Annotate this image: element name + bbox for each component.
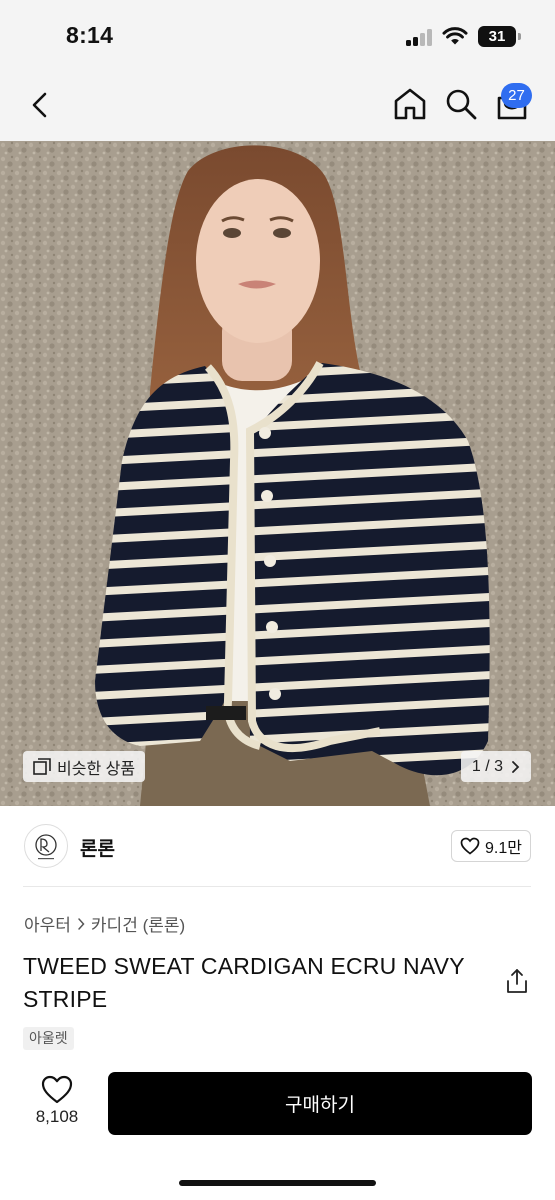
cart-count-badge: 27 xyxy=(501,83,532,108)
divider xyxy=(23,886,531,887)
search-icon[interactable] xyxy=(444,87,478,121)
image-counter[interactable]: 1 / 3 xyxy=(461,751,531,782)
buy-button[interactable]: 구매하기 xyxy=(108,1072,532,1135)
heart-icon xyxy=(460,837,480,855)
outlet-tag: 아울렛 xyxy=(23,1027,74,1050)
back-chevron-icon[interactable] xyxy=(26,90,56,120)
brand-logo[interactable] xyxy=(24,824,68,868)
product-image[interactable] xyxy=(0,141,555,806)
battery-icon: 31 xyxy=(478,26,516,47)
nav-bar xyxy=(0,70,555,141)
brand-like-count: 9.1만 xyxy=(485,840,522,857)
status-bar: 8:14 31 xyxy=(0,0,555,70)
cellular-signal-icon xyxy=(406,29,434,46)
wishlist-heart-icon[interactable] xyxy=(41,1075,73,1104)
home-icon[interactable] xyxy=(392,86,428,122)
breadcrumb-subcategory[interactable]: 카디건 (론론) xyxy=(91,911,185,936)
breadcrumb-category[interactable]: 아우터 xyxy=(24,911,71,936)
breadcrumb: 아우터 카디건 (론론) xyxy=(24,911,185,936)
brand-name[interactable]: 론론 xyxy=(80,834,115,861)
image-counter-text: 1 / 3 xyxy=(471,757,504,775)
wifi-icon xyxy=(442,27,468,45)
chevron-right-icon xyxy=(512,760,520,773)
home-indicator[interactable] xyxy=(179,1180,376,1186)
product-title: TWEED SWEAT CARDIGAN ECRU NAVY STRIPE xyxy=(23,953,465,1012)
brand-like-button[interactable]: 9.1만 xyxy=(451,830,531,862)
battery-tip xyxy=(518,33,521,40)
similar-products-button[interactable]: 비슷한 상품 xyxy=(23,751,146,782)
similar-products-icon xyxy=(33,757,51,775)
status-time: 8:14 xyxy=(66,22,114,48)
similar-products-label: 비슷한 상품 xyxy=(57,760,136,778)
chevron-right-icon xyxy=(78,917,85,930)
wishlist-count: 8,108 xyxy=(35,1107,79,1126)
share-icon[interactable] xyxy=(505,968,529,994)
brand-logo-mark xyxy=(35,834,57,860)
